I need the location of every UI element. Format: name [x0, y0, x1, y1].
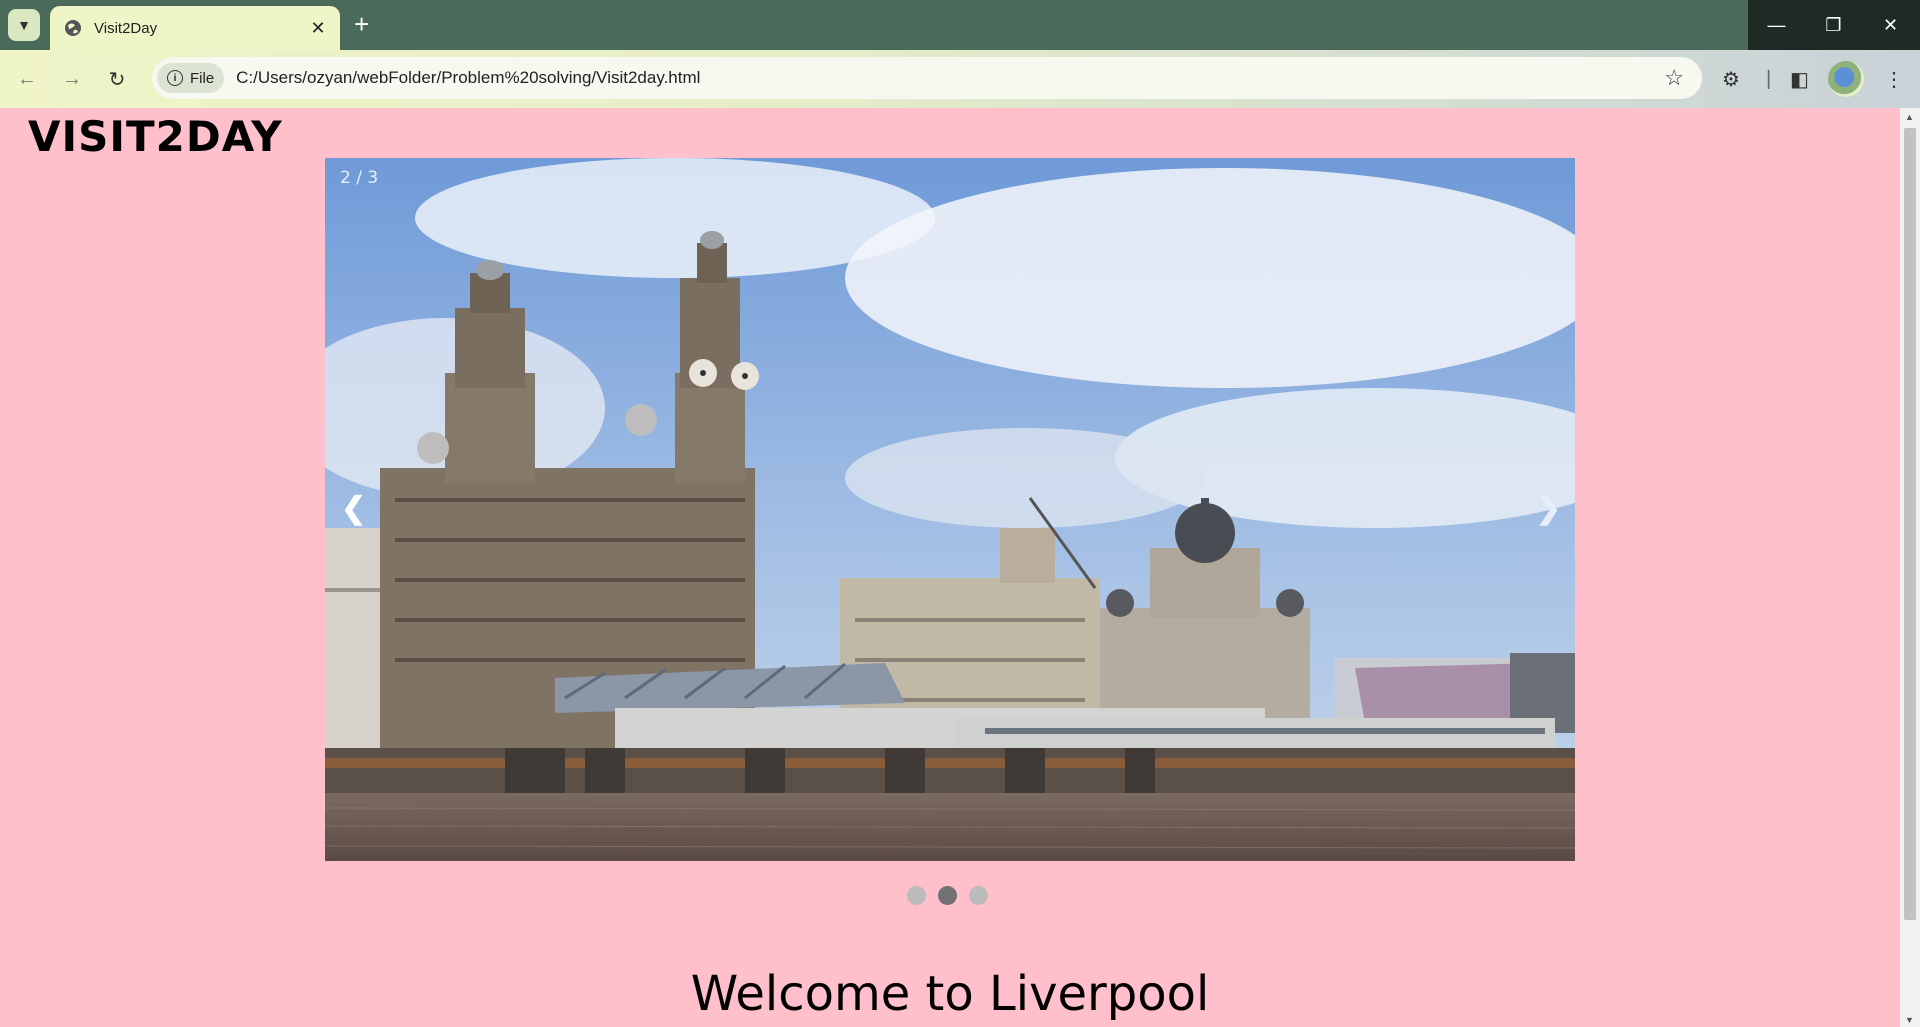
- prev-slide-button[interactable]: ❮: [341, 491, 366, 526]
- slide-counter: 2 / 3: [340, 168, 379, 188]
- back-button[interactable]: ←: [12, 64, 42, 94]
- restore-button[interactable]: ❐: [1805, 0, 1862, 50]
- site-info-button[interactable]: i File: [157, 63, 225, 93]
- extensions-icon[interactable]: ⚙: [1722, 64, 1740, 94]
- next-slide-button[interactable]: ❯: [1536, 491, 1561, 526]
- address-bar[interactable]: i File C:/Users/ozyan/webFolder/Problem%…: [152, 57, 1702, 99]
- site-info-label: File: [190, 69, 215, 87]
- page-content: VISIT2DAY 2 / 3 ❮ ❯ Welcome to Liverpool: [0, 108, 1900, 1027]
- slide-dots: [907, 886, 988, 905]
- side-panel-icon[interactable]: ◧: [1790, 64, 1809, 94]
- chevron-down-icon: ▼: [17, 17, 31, 33]
- browser-tab[interactable]: Visit2Day ✕: [50, 6, 340, 50]
- scroll-thumb[interactable]: [1904, 128, 1916, 920]
- slide-dot-2[interactable]: [938, 886, 957, 905]
- minimize-button[interactable]: —: [1748, 0, 1805, 50]
- tab-close-icon[interactable]: ✕: [306, 18, 330, 39]
- url-text[interactable]: C:/Users/ozyan/webFolder/Problem%20solvi…: [236, 68, 1664, 88]
- profile-avatar[interactable]: [1828, 61, 1864, 97]
- scroll-up-arrow-icon[interactable]: ▲: [1905, 112, 1914, 122]
- close-window-button[interactable]: ✕: [1862, 0, 1919, 50]
- reload-button[interactable]: ↻: [102, 64, 132, 94]
- new-tab-button[interactable]: +: [354, 10, 369, 38]
- tab-title: Visit2Day: [94, 19, 158, 37]
- forward-button[interactable]: →: [57, 64, 87, 94]
- page-heading: Welcome to Liverpool: [690, 966, 1210, 1022]
- page-scrollbar[interactable]: ▲ ▼: [1900, 108, 1920, 1027]
- liverpool-waterfront-photo: [325, 158, 1575, 861]
- info-icon: i: [167, 70, 183, 86]
- scroll-down-arrow-icon[interactable]: ▼: [1905, 1015, 1914, 1025]
- title-bar: ▼ Visit2Day ✕ + — ❐ ✕: [0, 0, 1920, 50]
- toolbar-divider: |: [1766, 67, 1772, 90]
- site-logo[interactable]: VISIT2DAY: [28, 112, 283, 161]
- slide-dot-1[interactable]: [907, 886, 926, 905]
- slideshow-image: 2 / 3 ❮ ❯: [325, 158, 1575, 861]
- menu-kebab-icon[interactable]: ⋮: [1884, 64, 1904, 94]
- globe-icon: [65, 20, 81, 36]
- slide-dot-3[interactable]: [969, 886, 988, 905]
- tab-search-button[interactable]: ▼: [8, 9, 40, 41]
- browser-toolbar: ← → ↻ i File C:/Users/ozyan/webFolder/Pr…: [0, 50, 1920, 108]
- bookmark-star-icon[interactable]: ☆: [1664, 65, 1684, 91]
